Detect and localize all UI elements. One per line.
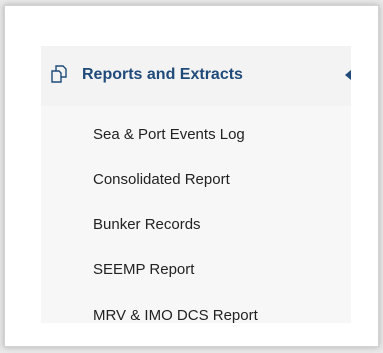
menu-item-bunker-records[interactable]: Bunker Records [93, 215, 201, 235]
menu-item-seemp-report[interactable]: SEEMP Report [93, 260, 194, 280]
reports-and-extracts-header[interactable]: Reports and Extracts [41, 46, 351, 106]
menu-item-mrv-imo-dcs-report[interactable]: MRV & IMO DCS Report [93, 306, 258, 323]
documents-icon [51, 65, 67, 83]
menu-item-sea-port-events-log[interactable]: Sea & Port Events Log [93, 125, 245, 145]
screenshot-frame: Reports and Extracts Sea & Port Events L… [4, 5, 379, 347]
menu-header-title: Reports and Extracts [82, 66, 243, 83]
collapse-left-icon[interactable] [345, 70, 351, 80]
menu-item-consolidated-report[interactable]: Consolidated Report [93, 170, 230, 190]
reports-menu: Reports and Extracts Sea & Port Events L… [41, 46, 351, 323]
